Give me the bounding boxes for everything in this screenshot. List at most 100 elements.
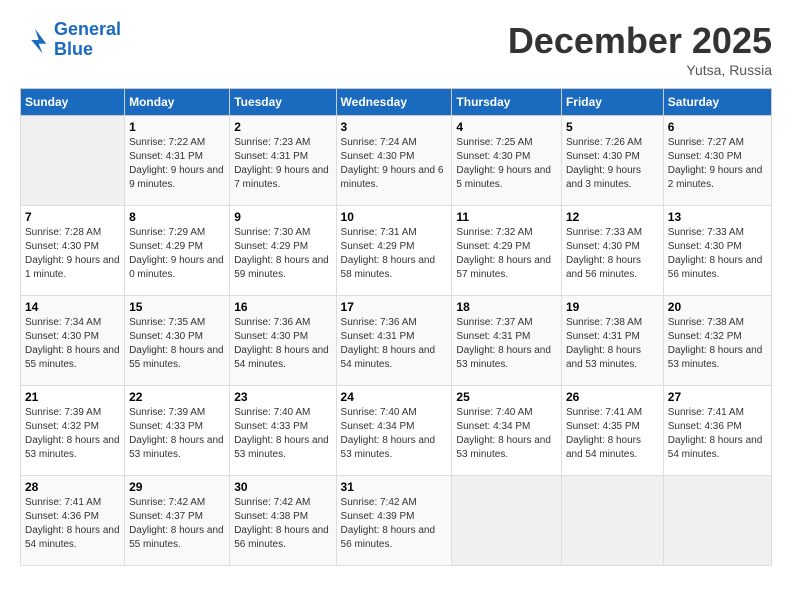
day-info: Sunrise: 7:36 AMSunset: 4:31 PMDaylight:… [341, 316, 448, 372]
header-tuesday: Tuesday [230, 89, 336, 116]
day-info: Sunrise: 7:40 AMSunset: 4:34 PMDaylight:… [341, 406, 448, 462]
day-info: Sunrise: 7:30 AMSunset: 4:29 PMDaylight:… [234, 226, 331, 282]
day-info: Sunrise: 7:41 AMSunset: 4:36 PMDaylight:… [25, 496, 120, 552]
day-number: 26 [566, 390, 659, 404]
header-sunday: Sunday [21, 89, 125, 116]
calendar-week-2: 7 Sunrise: 7:28 AMSunset: 4:30 PMDayligh… [21, 206, 772, 296]
calendar-cell: 25 Sunrise: 7:40 AMSunset: 4:34 PMDaylig… [452, 386, 562, 476]
day-number: 30 [234, 480, 331, 494]
day-info: Sunrise: 7:26 AMSunset: 4:30 PMDaylight:… [566, 136, 659, 192]
day-info: Sunrise: 7:42 AMSunset: 4:38 PMDaylight:… [234, 496, 331, 552]
day-number: 23 [234, 390, 331, 404]
calendar-cell: 12 Sunrise: 7:33 AMSunset: 4:30 PMDaylig… [561, 206, 663, 296]
day-info: Sunrise: 7:32 AMSunset: 4:29 PMDaylight:… [456, 226, 557, 282]
day-number: 11 [456, 210, 557, 224]
calendar-week-3: 14 Sunrise: 7:34 AMSunset: 4:30 PMDaylig… [21, 296, 772, 386]
day-info: Sunrise: 7:40 AMSunset: 4:33 PMDaylight:… [234, 406, 331, 462]
day-number: 24 [341, 390, 448, 404]
calendar-cell: 24 Sunrise: 7:40 AMSunset: 4:34 PMDaylig… [336, 386, 452, 476]
logo-line2: Blue [54, 39, 93, 59]
calendar-cell: 22 Sunrise: 7:39 AMSunset: 4:33 PMDaylig… [125, 386, 230, 476]
day-info: Sunrise: 7:28 AMSunset: 4:30 PMDaylight:… [25, 226, 120, 282]
day-info: Sunrise: 7:33 AMSunset: 4:30 PMDaylight:… [566, 226, 659, 282]
day-info: Sunrise: 7:24 AMSunset: 4:30 PMDaylight:… [341, 136, 448, 192]
day-info: Sunrise: 7:22 AMSunset: 4:31 PMDaylight:… [129, 136, 225, 192]
day-number: 21 [25, 390, 120, 404]
day-number: 31 [341, 480, 448, 494]
header-wednesday: Wednesday [336, 89, 452, 116]
calendar-cell: 28 Sunrise: 7:41 AMSunset: 4:36 PMDaylig… [21, 476, 125, 566]
day-number: 4 [456, 120, 557, 134]
day-number: 2 [234, 120, 331, 134]
calendar-cell: 7 Sunrise: 7:28 AMSunset: 4:30 PMDayligh… [21, 206, 125, 296]
day-number: 6 [668, 120, 767, 134]
calendar-cell: 30 Sunrise: 7:42 AMSunset: 4:38 PMDaylig… [230, 476, 336, 566]
calendar-table: Sunday Monday Tuesday Wednesday Thursday… [20, 88, 772, 566]
calendar-cell: 17 Sunrise: 7:36 AMSunset: 4:31 PMDaylig… [336, 296, 452, 386]
day-info: Sunrise: 7:41 AMSunset: 4:36 PMDaylight:… [668, 406, 767, 462]
day-number: 1 [129, 120, 225, 134]
day-info: Sunrise: 7:39 AMSunset: 4:33 PMDaylight:… [129, 406, 225, 462]
calendar-cell: 15 Sunrise: 7:35 AMSunset: 4:30 PMDaylig… [125, 296, 230, 386]
day-info: Sunrise: 7:35 AMSunset: 4:30 PMDaylight:… [129, 316, 225, 372]
day-number: 25 [456, 390, 557, 404]
title-area: December 2025 Yutsa, Russia [508, 20, 772, 78]
day-info: Sunrise: 7:38 AMSunset: 4:32 PMDaylight:… [668, 316, 767, 372]
day-info: Sunrise: 7:37 AMSunset: 4:31 PMDaylight:… [456, 316, 557, 372]
header-friday: Friday [561, 89, 663, 116]
day-info: Sunrise: 7:36 AMSunset: 4:30 PMDaylight:… [234, 316, 331, 372]
calendar-cell: 20 Sunrise: 7:38 AMSunset: 4:32 PMDaylig… [663, 296, 771, 386]
day-number: 10 [341, 210, 448, 224]
calendar-cell: 23 Sunrise: 7:40 AMSunset: 4:33 PMDaylig… [230, 386, 336, 476]
calendar-cell [561, 476, 663, 566]
calendar-cell: 10 Sunrise: 7:31 AMSunset: 4:29 PMDaylig… [336, 206, 452, 296]
day-info: Sunrise: 7:25 AMSunset: 4:30 PMDaylight:… [456, 136, 557, 192]
day-info: Sunrise: 7:42 AMSunset: 4:37 PMDaylight:… [129, 496, 225, 552]
calendar-cell: 9 Sunrise: 7:30 AMSunset: 4:29 PMDayligh… [230, 206, 336, 296]
logo-line1: General [54, 19, 121, 39]
day-number: 5 [566, 120, 659, 134]
calendar-cell: 14 Sunrise: 7:34 AMSunset: 4:30 PMDaylig… [21, 296, 125, 386]
logo-icon [20, 25, 50, 55]
calendar-week-5: 28 Sunrise: 7:41 AMSunset: 4:36 PMDaylig… [21, 476, 772, 566]
calendar-cell: 5 Sunrise: 7:26 AMSunset: 4:30 PMDayligh… [561, 116, 663, 206]
location: Yutsa, Russia [508, 62, 772, 78]
day-number: 3 [341, 120, 448, 134]
day-number: 18 [456, 300, 557, 314]
day-number: 13 [668, 210, 767, 224]
header-monday: Monday [125, 89, 230, 116]
day-info: Sunrise: 7:38 AMSunset: 4:31 PMDaylight:… [566, 316, 659, 372]
header-thursday: Thursday [452, 89, 562, 116]
day-info: Sunrise: 7:29 AMSunset: 4:29 PMDaylight:… [129, 226, 225, 282]
day-number: 8 [129, 210, 225, 224]
day-number: 9 [234, 210, 331, 224]
page-header: General Blue December 2025 Yutsa, Russia [20, 20, 772, 78]
day-number: 19 [566, 300, 659, 314]
calendar-cell: 3 Sunrise: 7:24 AMSunset: 4:30 PMDayligh… [336, 116, 452, 206]
day-info: Sunrise: 7:34 AMSunset: 4:30 PMDaylight:… [25, 316, 120, 372]
calendar-cell [452, 476, 562, 566]
calendar-cell: 27 Sunrise: 7:41 AMSunset: 4:36 PMDaylig… [663, 386, 771, 476]
day-number: 14 [25, 300, 120, 314]
calendar-cell [21, 116, 125, 206]
day-info: Sunrise: 7:31 AMSunset: 4:29 PMDaylight:… [341, 226, 448, 282]
day-info: Sunrise: 7:42 AMSunset: 4:39 PMDaylight:… [341, 496, 448, 552]
calendar-cell: 18 Sunrise: 7:37 AMSunset: 4:31 PMDaylig… [452, 296, 562, 386]
day-info: Sunrise: 7:40 AMSunset: 4:34 PMDaylight:… [456, 406, 557, 462]
day-number: 15 [129, 300, 225, 314]
calendar-cell: 13 Sunrise: 7:33 AMSunset: 4:30 PMDaylig… [663, 206, 771, 296]
calendar-cell: 4 Sunrise: 7:25 AMSunset: 4:30 PMDayligh… [452, 116, 562, 206]
day-number: 28 [25, 480, 120, 494]
day-info: Sunrise: 7:27 AMSunset: 4:30 PMDaylight:… [668, 136, 767, 192]
calendar-cell: 21 Sunrise: 7:39 AMSunset: 4:32 PMDaylig… [21, 386, 125, 476]
day-info: Sunrise: 7:41 AMSunset: 4:35 PMDaylight:… [566, 406, 659, 462]
day-info: Sunrise: 7:33 AMSunset: 4:30 PMDaylight:… [668, 226, 767, 282]
calendar-cell: 2 Sunrise: 7:23 AMSunset: 4:31 PMDayligh… [230, 116, 336, 206]
calendar-cell [663, 476, 771, 566]
calendar-cell: 26 Sunrise: 7:41 AMSunset: 4:35 PMDaylig… [561, 386, 663, 476]
day-number: 16 [234, 300, 331, 314]
calendar-week-4: 21 Sunrise: 7:39 AMSunset: 4:32 PMDaylig… [21, 386, 772, 476]
day-number: 17 [341, 300, 448, 314]
header-saturday: Saturday [663, 89, 771, 116]
calendar-week-1: 1 Sunrise: 7:22 AMSunset: 4:31 PMDayligh… [21, 116, 772, 206]
